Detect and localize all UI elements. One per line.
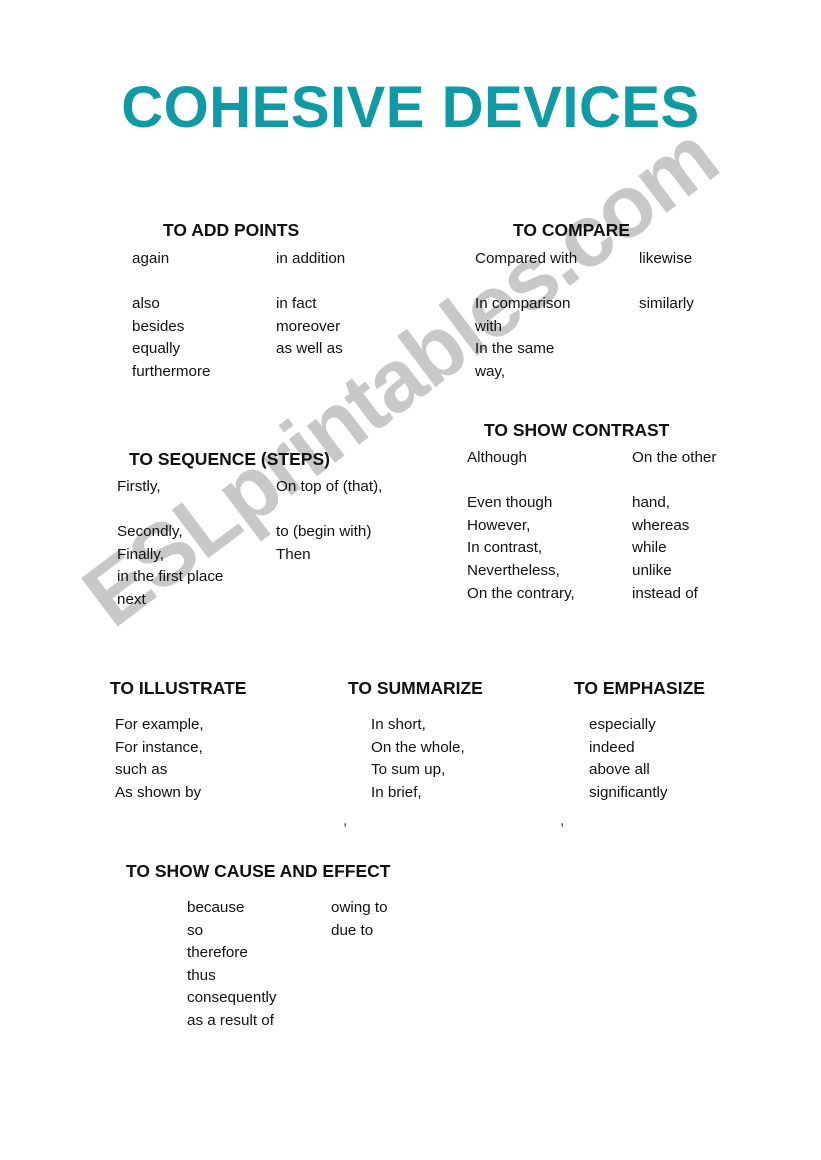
- list-item: above all: [589, 761, 650, 779]
- list-item: instead of: [632, 584, 698, 602]
- list-item: Secondly,: [117, 523, 183, 541]
- list-item: On the other: [632, 449, 717, 466]
- section-title-add-points: TO ADD POINTS: [163, 220, 300, 240]
- list-item: hand,: [632, 494, 671, 512]
- list-item: On the contrary,: [467, 584, 575, 602]
- section-title-contrast: TO SHOW CONTRAST: [484, 420, 670, 440]
- section-title-illustrate: TO ILLUSTRATE: [110, 678, 247, 698]
- list-item: due to: [331, 921, 374, 939]
- column-compare-1: Compared with In comparison with In the …: [475, 248, 630, 384]
- section-title-emphasize: TO EMPHASIZE: [574, 678, 705, 698]
- list-item: similarly: [639, 295, 694, 313]
- section-title-cause-effect: TO SHOW CAUSE AND EFFECT: [126, 861, 391, 881]
- list-item: On the whole,: [371, 738, 465, 756]
- column-compare-2: likewise similarly: [639, 248, 769, 316]
- list-item: especially: [589, 716, 656, 733]
- list-item: to (begin with): [276, 523, 372, 541]
- list-item: owing to: [331, 899, 388, 916]
- list-item: in addition: [276, 250, 346, 267]
- column-summarize-1: In short, On the whole, To sum up, In br…: [371, 714, 551, 804]
- section-summarize: TO SUMMARIZE In short, On the whole, To …: [348, 678, 483, 814]
- list-item: In the same: [475, 340, 555, 358]
- section-add-points: TO ADD POINTS again also besides equally…: [132, 220, 345, 398]
- list-item: Compared with: [475, 250, 578, 267]
- section-compare: TO COMPARE Compared with In comparison w…: [475, 220, 694, 398]
- list-item: unlike: [632, 561, 672, 579]
- list-item: Even though: [467, 494, 553, 512]
- list-item: besides: [132, 317, 185, 335]
- list-item: As shown by: [115, 783, 202, 801]
- list-item: Nevertheless,: [467, 561, 560, 579]
- list-item: furthermore: [132, 362, 211, 380]
- list-item: In short,: [371, 716, 426, 733]
- list-item: consequently: [187, 989, 277, 1007]
- column-cause-effect-2: owing to due to: [331, 897, 471, 942]
- column-add-points-2: in addition in fact moreover as well as: [276, 248, 436, 361]
- list-item: To sum up,: [371, 761, 446, 779]
- list-item: in fact: [276, 295, 317, 313]
- section-title-compare: TO COMPARE: [513, 220, 630, 240]
- list-item: significantly: [589, 783, 668, 801]
- section-cause-effect: TO SHOW CAUSE AND EFFECT because so ther…: [126, 861, 390, 1047]
- section-illustrate: TO ILLUSTRATE For example, For instance,…: [110, 678, 246, 814]
- list-item: likewise: [639, 250, 693, 267]
- list-item: thus: [187, 966, 216, 984]
- column-contrast-1: Although Even though However, In contras…: [467, 447, 627, 605]
- list-item: with: [475, 317, 503, 335]
- column-illustrate-1: For example, For instance, such as As sh…: [115, 714, 295, 804]
- list-item: in the first place: [117, 568, 224, 586]
- stray-comma-1: ,: [343, 812, 348, 829]
- column-cause-effect-1: because so therefore thus consequently a…: [187, 897, 337, 1033]
- list-item: moreover: [276, 317, 341, 335]
- column-add-points-1: again also besides equally furthermore: [132, 248, 282, 384]
- list-item: way,: [475, 362, 506, 380]
- list-item: again: [132, 250, 170, 267]
- page-title: COHESIVE DEVICES: [121, 75, 700, 140]
- section-title-sequence: TO SEQUENCE (STEPS): [129, 449, 330, 469]
- list-item: For instance,: [115, 738, 203, 756]
- column-emphasize-1: especially indeed above all significantl…: [589, 714, 749, 804]
- column-contrast-2: On the other hand, whereas while unlike …: [632, 447, 772, 605]
- list-item: as a result of: [187, 1011, 274, 1029]
- list-item: as well as: [276, 340, 343, 358]
- list-item: However,: [467, 516, 531, 534]
- list-item: In comparison: [475, 295, 571, 313]
- list-item: In brief,: [371, 783, 422, 801]
- list-item: because: [187, 899, 245, 916]
- list-item: Then: [276, 545, 311, 563]
- column-sequence-2: On top of (that), to (begin with) Then: [276, 476, 446, 566]
- stray-comma-2: ,: [560, 812, 565, 829]
- list-item: such as: [115, 761, 168, 779]
- list-item: Although: [467, 449, 527, 466]
- worksheet-page: ESLprintables.com COHESIVE DEVICES TO AD…: [0, 0, 821, 1160]
- list-item: so: [187, 921, 204, 939]
- list-item: whereas: [632, 516, 690, 534]
- list-item: On top of (that),: [276, 478, 383, 495]
- section-title-summarize: TO SUMMARIZE: [348, 678, 483, 698]
- section-emphasize: TO EMPHASIZE especially indeed above all…: [574, 678, 705, 814]
- list-item: therefore: [187, 944, 248, 962]
- list-item: For example,: [115, 716, 204, 733]
- list-item: next: [117, 590, 146, 608]
- column-sequence-1: Firstly, Secondly, Finally, in the first…: [117, 476, 277, 612]
- list-item: Finally,: [117, 545, 164, 563]
- list-item: Firstly,: [117, 478, 161, 495]
- list-item: while: [632, 539, 667, 557]
- list-item: indeed: [589, 738, 635, 756]
- list-item: In contrast,: [467, 539, 543, 557]
- list-item: equally: [132, 340, 181, 358]
- section-sequence: TO SEQUENCE (STEPS) Firstly, Secondly, F…: [117, 449, 382, 636]
- list-item: also: [132, 295, 160, 313]
- section-contrast: TO SHOW CONTRAST Although Even though Ho…: [467, 420, 716, 617]
